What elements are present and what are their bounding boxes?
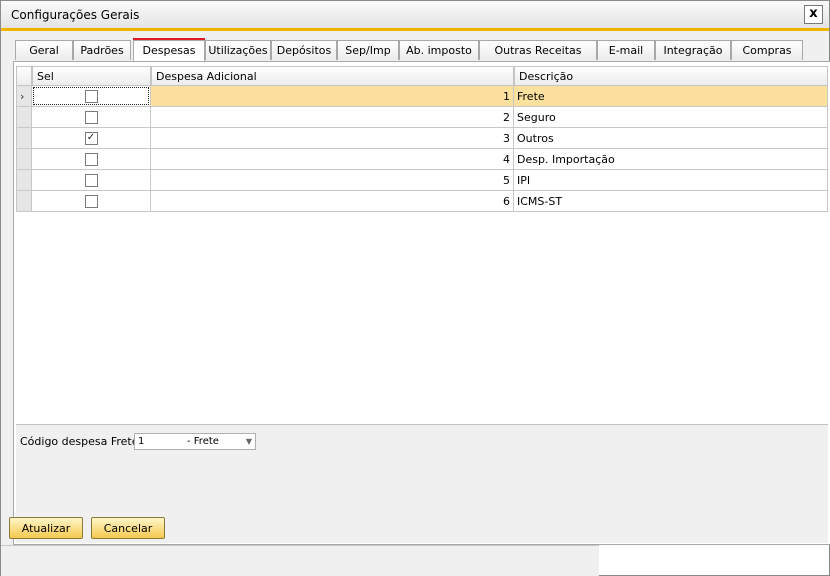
- sel-cell: [32, 107, 151, 128]
- despesa-cell[interactable]: 5: [151, 170, 514, 191]
- table-row[interactable]: 5 IPI: [16, 170, 828, 191]
- cancel-button[interactable]: Cancelar: [91, 517, 165, 539]
- tab-integra-o[interactable]: Integração: [655, 40, 731, 60]
- descricao-cell: Outros: [514, 128, 828, 149]
- tab-e-mail[interactable]: E-mail: [597, 40, 655, 60]
- footer-bar: [1, 545, 599, 576]
- frete-code-label: Código despesa Frete: [20, 435, 139, 448]
- frete-code-select[interactable]: 1 - Frete ▼: [134, 433, 256, 450]
- descricao-cell: ICMS-ST: [514, 191, 828, 212]
- row-header[interactable]: [16, 170, 32, 191]
- header-descricao[interactable]: Descrição: [514, 66, 828, 86]
- descricao-cell: Desp. Importação: [514, 149, 828, 170]
- header-despesa-adicional[interactable]: Despesa Adicional: [151, 66, 514, 86]
- sel-checkbox[interactable]: [84, 89, 98, 103]
- sel-checkbox[interactable]: [84, 110, 98, 124]
- despesa-cell[interactable]: 3: [151, 128, 514, 149]
- sel-cell: [32, 170, 151, 191]
- tab-sep-imp[interactable]: Sep/Imp: [337, 40, 399, 60]
- despesa-cell[interactable]: 6: [151, 191, 514, 212]
- row-header[interactable]: [16, 191, 32, 212]
- tab-dep-sitos[interactable]: Depósitos: [271, 40, 337, 60]
- sel-checkbox[interactable]: ✓: [84, 131, 98, 145]
- frete-code-value: 1: [138, 436, 145, 447]
- title-bar: Configurações Gerais x: [1, 1, 829, 31]
- sel-checkbox[interactable]: [84, 194, 98, 208]
- tab-padr-es[interactable]: Padrões: [73, 40, 131, 60]
- tab-utiliza-es[interactable]: Utilizações: [205, 40, 271, 60]
- window-title: Configurações Gerais: [11, 8, 140, 22]
- despesa-cell[interactable]: 1: [151, 86, 514, 107]
- table-row[interactable]: › 1 Frete: [16, 86, 828, 107]
- descricao-cell: IPI: [514, 170, 828, 191]
- sel-checkbox[interactable]: [84, 152, 98, 166]
- current-row-arrow-icon: ›: [20, 90, 25, 103]
- header-sel[interactable]: Sel: [32, 66, 151, 86]
- descricao-cell: Frete: [514, 86, 828, 107]
- tab-despesas[interactable]: Despesas: [133, 40, 205, 62]
- chevron-down-icon[interactable]: ▼: [246, 434, 252, 449]
- tab-geral[interactable]: Geral: [15, 40, 73, 60]
- despesa-cell[interactable]: 4: [151, 149, 514, 170]
- despesa-cell[interactable]: 2: [151, 107, 514, 128]
- frete-code-name: - Frete: [187, 436, 219, 447]
- settings-window: Configurações Gerais x Geral Padrões Despe…: [0, 0, 830, 576]
- header-corner: [16, 66, 32, 86]
- update-button[interactable]: Atualizar: [9, 517, 83, 539]
- row-header[interactable]: [16, 128, 32, 149]
- tab-panel-despesas: Sel Despesa Adicional Descrição › 1 Frete 2…: [13, 61, 830, 545]
- footer-blank-area: [599, 545, 829, 575]
- sel-cell: [32, 149, 151, 170]
- table-row[interactable]: 6 ICMS-ST: [16, 191, 828, 212]
- sel-cell: [32, 86, 151, 107]
- tab-outras-receitas[interactable]: Outras Receitas: [479, 40, 597, 60]
- descricao-cell: Seguro: [514, 107, 828, 128]
- sel-cell: ✓: [32, 128, 151, 149]
- row-header[interactable]: ›: [16, 86, 32, 107]
- row-header[interactable]: [16, 149, 32, 170]
- sel-cell: [32, 191, 151, 212]
- grid-header: Sel Despesa Adicional Descrição: [16, 66, 828, 86]
- sel-checkbox[interactable]: [84, 173, 98, 187]
- tab-ab-imposto[interactable]: Ab. imposto: [399, 40, 479, 60]
- close-button[interactable]: x: [804, 5, 823, 24]
- tab-compras[interactable]: Compras: [731, 40, 803, 60]
- table-row[interactable]: 2 Seguro: [16, 107, 828, 128]
- table-row[interactable]: 4 Desp. Importação: [16, 149, 828, 170]
- row-header[interactable]: [16, 107, 32, 128]
- table-row[interactable]: ✓ 3 Outros: [16, 128, 828, 149]
